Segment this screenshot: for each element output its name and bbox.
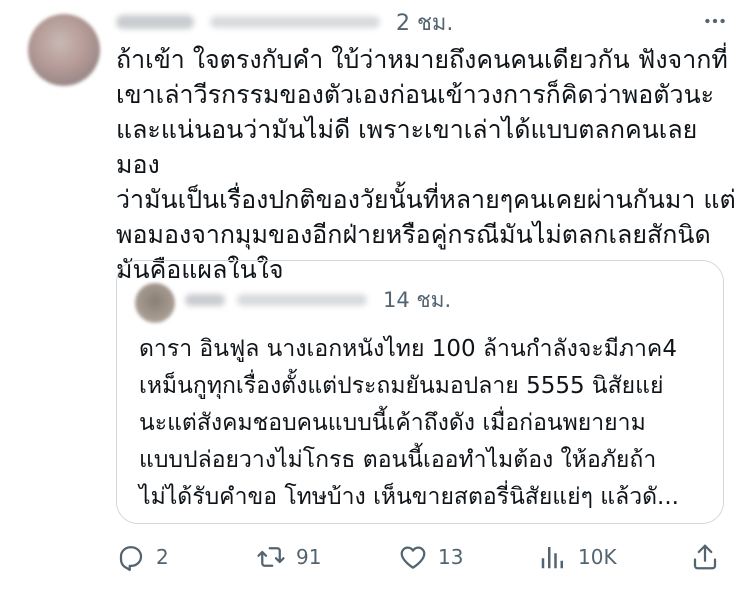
more-icon[interactable] <box>702 8 728 34</box>
tweet-text: ถ้าเข้า ใจตรงกับคำ ใบ้ว่าหมายถึงคนคนเดีย… <box>116 45 736 284</box>
quoted-avatar <box>135 283 175 323</box>
like-button[interactable]: 13 <box>398 537 463 577</box>
retweet-count: 91 <box>296 545 322 569</box>
views-icon <box>541 547 563 569</box>
tweet-time[interactable]: 2 ชม. <box>396 5 453 40</box>
quoted-tweet[interactable]: 14 ชม. ดารา อินฟูล นางเอกหนังไทย 100 ล้า… <box>116 260 724 524</box>
action-bar: 2 91 13 10K <box>116 537 726 577</box>
blurred-handle[interactable] <box>210 16 380 28</box>
quoted-blurred-name <box>185 294 225 306</box>
like-count: 13 <box>438 545 464 569</box>
reply-icon <box>119 546 143 571</box>
share-button[interactable] <box>690 537 720 577</box>
share-icon <box>693 544 717 570</box>
quoted-header: 14 ชม. <box>185 285 451 315</box>
reply-count: 2 <box>156 545 169 569</box>
retweet-icon <box>257 547 285 567</box>
quoted-text: ดารา อินฟูล นางเอกหนังไทย 100 ล้านกำลังจ… <box>139 336 679 510</box>
quoted-time: 14 ชม. <box>383 287 452 312</box>
views-button[interactable]: 10K <box>538 537 617 577</box>
reply-button[interactable]: 2 <box>116 537 169 577</box>
tweet-header: 2 ชม. <box>116 8 453 36</box>
views-count: 10K <box>578 545 617 569</box>
quoted-blurred-handle <box>237 294 367 306</box>
blurred-display-name[interactable] <box>116 15 194 29</box>
retweet-button[interactable]: 91 <box>256 537 321 577</box>
avatar[interactable] <box>28 14 100 86</box>
heart-icon <box>400 546 426 569</box>
